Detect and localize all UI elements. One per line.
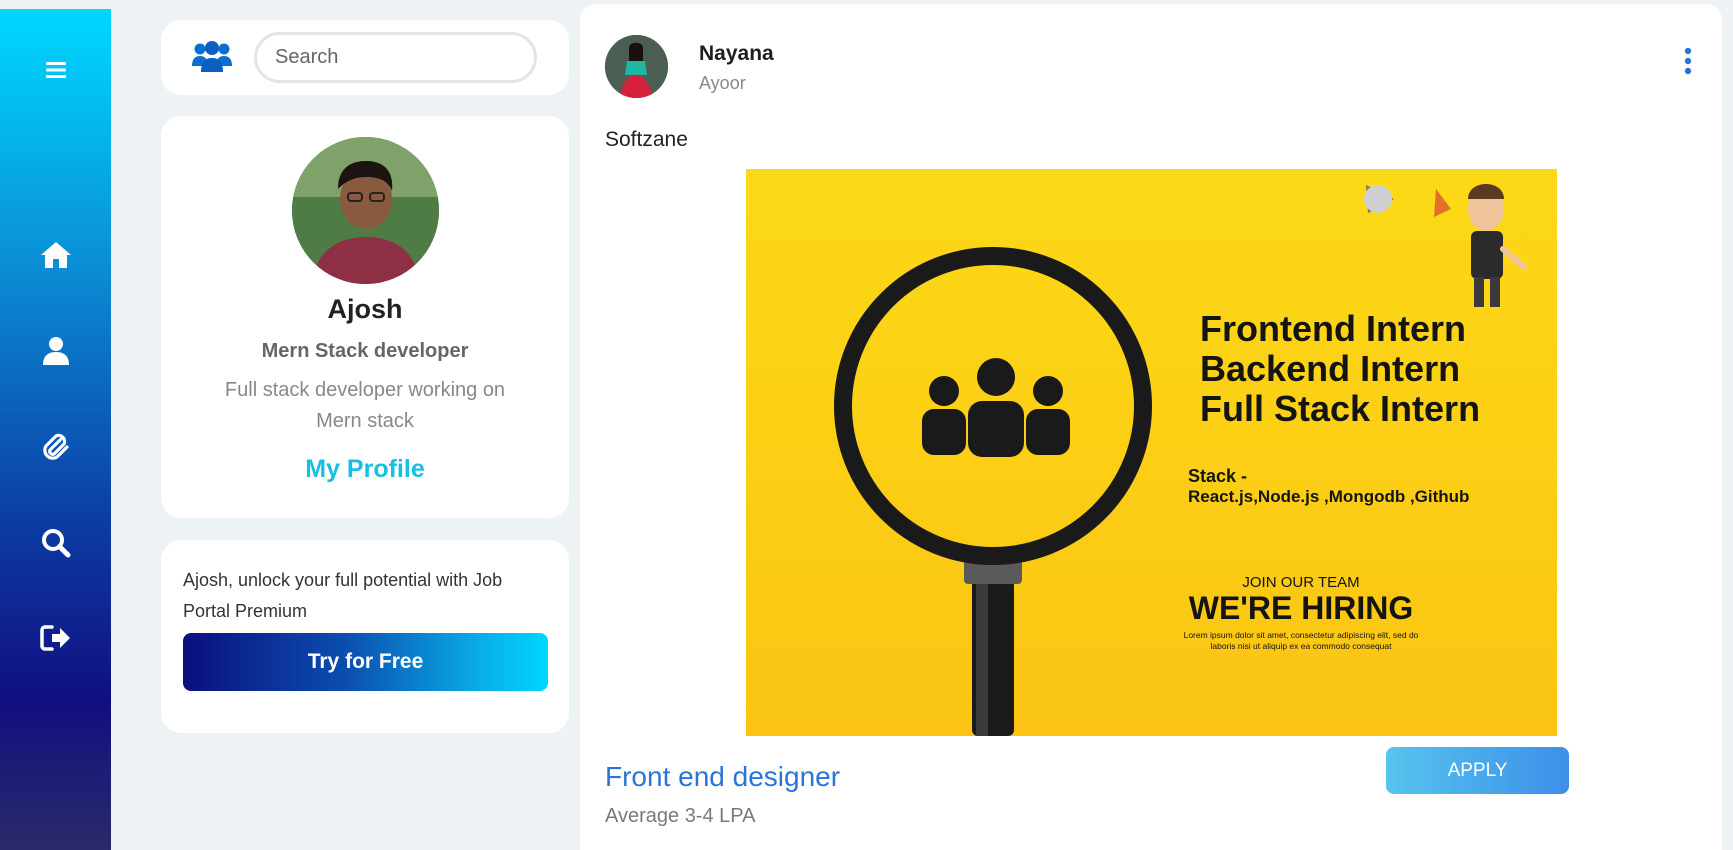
nav-search[interactable] <box>0 523 111 563</box>
profile-name: Ajosh <box>327 294 403 324</box>
search-input[interactable] <box>254 32 537 83</box>
my-profile-link[interactable]: My Profile <box>161 455 569 484</box>
poster-lorem-2: laboris nisi ut aliquip ex ea commodo co… <box>1211 641 1393 651</box>
nav-profile[interactable] <box>0 331 111 371</box>
user-icon <box>42 337 69 365</box>
more-options-icon[interactable] <box>1681 46 1695 76</box>
users-icon <box>192 41 232 72</box>
post-image: Frontend Intern Backend Intern Full Stac… <box>746 169 1557 736</box>
apply-button[interactable]: APPLY <box>1386 747 1569 794</box>
home-icon <box>40 242 71 268</box>
poster-role-2: Backend Intern <box>1200 348 1460 389</box>
post-company: Ayoor <box>699 73 746 93</box>
profile-role: Mern Stack developer <box>261 340 469 362</box>
poster-hiring: WE'RE HIRING <box>1189 590 1414 626</box>
salary-text: Average 3-4 LPA <box>605 805 756 827</box>
nav-rail <box>0 9 111 850</box>
avatar[interactable] <box>292 137 439 284</box>
post-text: Softzane <box>605 128 688 151</box>
post-author-avatar[interactable] <box>605 35 668 98</box>
search-card <box>161 20 569 95</box>
paperclip-icon <box>42 433 69 460</box>
profile-bio: Full stack developer working on Mern sta… <box>224 379 506 432</box>
premium-text: Ajosh, unlock your full potential with J… <box>183 570 503 621</box>
premium-card: Ajosh, unlock your full potential with J… <box>161 540 569 733</box>
menu-button[interactable] <box>0 50 111 90</box>
poster-stack: React.js,Node.js ,Mongodb ,Github <box>1188 487 1469 506</box>
try-for-free-button[interactable]: Try for Free <box>183 633 548 691</box>
job-title-link[interactable]: Front end designer <box>605 761 840 793</box>
logout-icon <box>39 625 70 651</box>
poster-role-1: Frontend Intern <box>1200 308 1466 349</box>
poster-stack-heading: Stack - <box>1188 466 1247 486</box>
search-icon <box>41 529 70 558</box>
post-author-name[interactable]: Nayana <box>699 42 774 66</box>
profile-card: Ajosh Mern Stack developer Full stack de… <box>161 116 569 518</box>
poster-lorem-1: Lorem ipsum dolor sit amet, consectetur … <box>1184 630 1419 640</box>
nav-attachments[interactable] <box>0 428 111 468</box>
nav-logout[interactable] <box>0 618 111 658</box>
poster-role-3: Full Stack Intern <box>1200 388 1480 429</box>
poster-join: JOIN OUR TEAM <box>1242 574 1359 591</box>
menu-icon <box>45 62 66 78</box>
nav-home[interactable] <box>0 235 111 275</box>
post-card: Nayana Ayoor Softzane Frontend Intern Ba… <box>580 4 1722 850</box>
